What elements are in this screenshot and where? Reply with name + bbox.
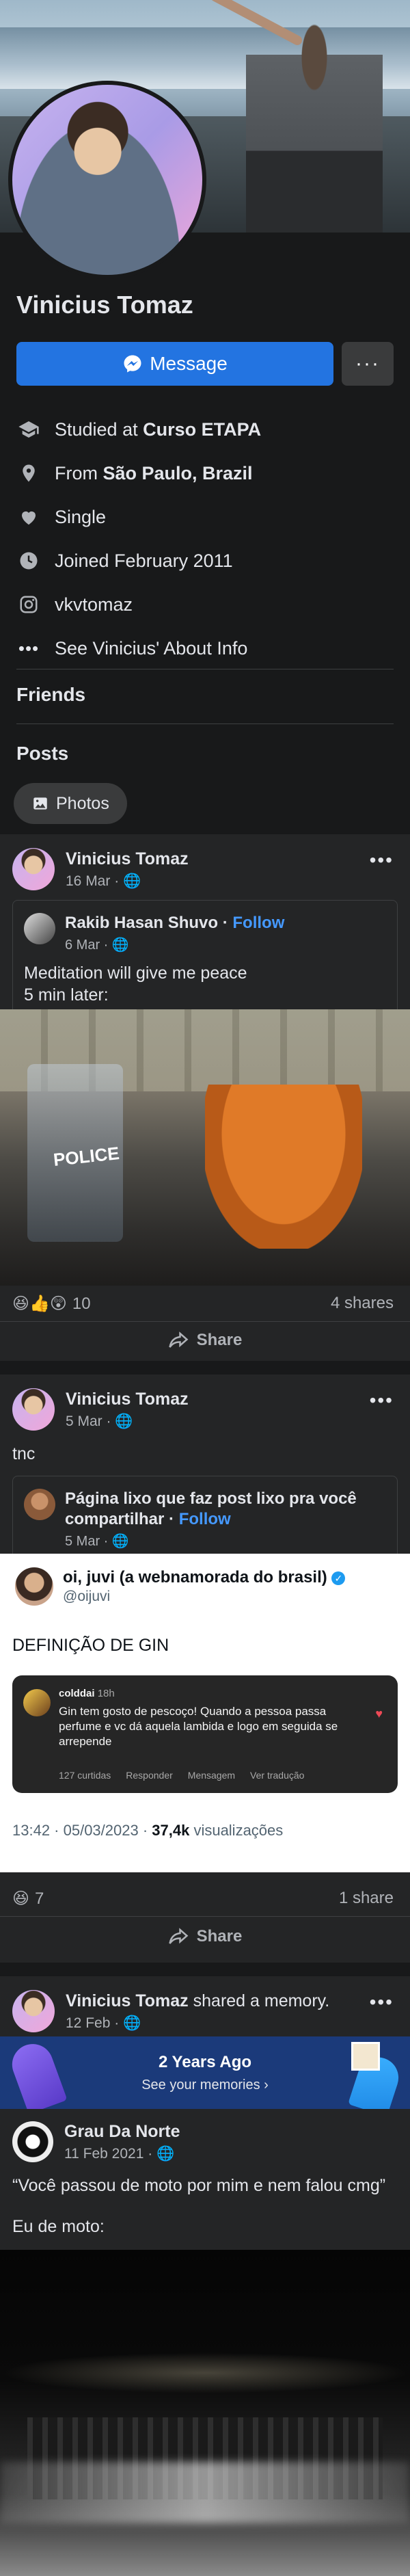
post-card: Vinicius Tomaz 5 Mar · 🌐 ••• tnc Página …: [0, 1375, 410, 1963]
shared-post[interactable]: Rakib Hasan Shuvo · Follow 6 Mar · 🌐 Med…: [12, 900, 398, 1016]
post-card: Vinicius Tomaz shared a memory. 12 Feb ·…: [0, 1976, 410, 2576]
heart-icon: ♥: [375, 1707, 383, 1721]
reactions-summary[interactable]: 😆👍😲 10: [12, 1294, 91, 1314]
info-instagram[interactable]: vkvtomaz: [16, 583, 394, 626]
reaction-emoji-icon: 😆👍😲: [12, 1294, 67, 1313]
tweet-avatar: [15, 1567, 53, 1606]
verified-badge-icon: ✓: [331, 1571, 346, 1585]
follow-button[interactable]: Follow: [232, 914, 284, 932]
globe-icon: 🌐: [111, 938, 129, 953]
tweet-screenshot[interactable]: oi, juvi (a webnamorada do brasil) ✓ @oi…: [0, 1554, 410, 1872]
globe-icon: 🌐: [111, 1534, 129, 1549]
instagram-comment: colddai 18h Gin tem gosto de pescoço! Qu…: [12, 1675, 398, 1793]
profile-page: Vinicius Tomaz Message ··· Studied at Cu…: [0, 0, 410, 2576]
posts-heading: Posts: [16, 743, 69, 764]
info-education: Studied at Curso ETAPA: [16, 408, 394, 451]
post-text: tnc: [12, 1444, 36, 1463]
more-icon: •••: [18, 637, 40, 659]
see-memories-link[interactable]: See your memories ›: [0, 2077, 410, 2093]
post-author[interactable]: Vinicius Tomaz: [66, 1991, 189, 2010]
message-button-label: Message: [150, 353, 228, 374]
post-options-icon[interactable]: •••: [370, 1390, 394, 1411]
friends-heading[interactable]: Friends: [16, 684, 85, 706]
message-button[interactable]: Message: [16, 342, 333, 386]
globe-icon: 🌐: [156, 2145, 175, 2162]
heart-icon: [16, 505, 41, 529]
share-button[interactable]: Share: [0, 1331, 410, 1350]
post-photo[interactable]: POLICE: [0, 1009, 410, 1286]
post-author[interactable]: Vinicius Tomaz: [66, 849, 189, 869]
reactions-summary[interactable]: 😆 7: [12, 1889, 44, 1909]
laugh-reaction-icon: 😆: [12, 1889, 30, 1908]
profile-avatar[interactable]: [8, 81, 206, 279]
shared-author-avatar[interactable]: [24, 913, 55, 944]
shared-author-avatar[interactable]: [24, 1489, 55, 1520]
shared-post[interactable]: Página lixo que faz post lixo pra você co…: [12, 1476, 398, 1561]
instagram-icon: [16, 592, 41, 617]
follow-button[interactable]: Follow: [179, 1510, 231, 1528]
shares-count[interactable]: 4 shares: [331, 1294, 394, 1313]
globe-icon: 🌐: [123, 2015, 141, 2031]
author-avatar[interactable]: [12, 1990, 55, 2032]
shares-count[interactable]: 1 share: [339, 1889, 394, 1908]
photos-icon: [33, 797, 47, 810]
globe-icon: 🌐: [123, 873, 141, 889]
post-options-icon[interactable]: •••: [370, 849, 394, 871]
intro-list: Studied at Curso ETAPA From São Paulo, B…: [16, 408, 394, 670]
profile-name: Vinicius Tomaz: [16, 291, 193, 319]
comment-avatar: [23, 1689, 51, 1716]
clock-icon: [16, 548, 41, 573]
avatar-image: [12, 85, 202, 275]
messenger-icon: [124, 355, 141, 373]
share-button[interactable]: Share: [0, 1927, 410, 1946]
photos-button[interactable]: Photos: [14, 783, 127, 824]
post-options-icon[interactable]: •••: [370, 1991, 394, 2013]
more-button[interactable]: ···: [342, 342, 394, 386]
post-card: Vinicius Tomaz 16 Mar · 🌐 ••• Rakib Hasa…: [0, 834, 410, 1361]
memory-banner[interactable]: 2 Years Ago See your memories ›: [0, 2036, 410, 2109]
share-arrow-icon: [168, 1331, 189, 1348]
post-video[interactable]: [0, 2250, 410, 2576]
author-avatar[interactable]: [12, 848, 55, 890]
info-joined: Joined February 2011: [16, 539, 394, 583]
author-avatar[interactable]: [12, 1388, 55, 1431]
inner-author-avatar[interactable]: [12, 2121, 53, 2162]
see-about-info-link[interactable]: ••• See Vinicius' About Info: [16, 626, 394, 670]
graduation-cap-icon: [16, 417, 41, 442]
profile-actions: Message ···: [16, 342, 394, 386]
globe-icon: 🌐: [115, 1413, 133, 1429]
info-relationship: Single: [16, 495, 394, 539]
location-pin-icon: [16, 461, 41, 486]
share-arrow-icon: [168, 1928, 189, 1944]
info-hometown: From São Paulo, Brazil: [16, 451, 394, 495]
post-author[interactable]: Vinicius Tomaz: [66, 1390, 189, 1409]
